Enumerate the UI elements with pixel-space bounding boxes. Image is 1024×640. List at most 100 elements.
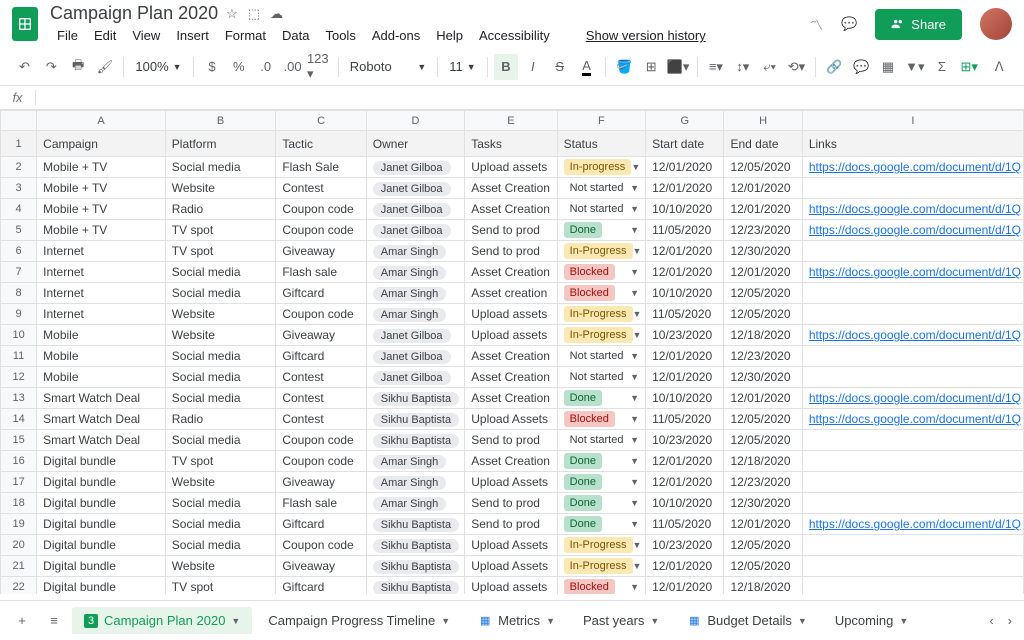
italic-button[interactable]: I	[520, 54, 545, 80]
chart-button[interactable]: ▦	[876, 54, 901, 80]
chevron-down-icon[interactable]: ▼	[650, 616, 659, 626]
cell-tasks[interactable]: Asset Creation	[465, 451, 557, 472]
cell-link[interactable]: https://docs.google.com/document/d/1Q	[802, 388, 1023, 409]
formula-input[interactable]	[36, 86, 1024, 109]
cloud-icon[interactable]: ☁	[270, 6, 283, 22]
cell-tactic[interactable]: Flash Sale	[276, 157, 366, 178]
cell-status[interactable]: In-Progress▼	[557, 304, 645, 325]
functions-button[interactable]: Σ	[929, 54, 954, 80]
cell-status[interactable]: Not started▼	[557, 346, 645, 367]
cell-tactic[interactable]: Giftcard	[276, 514, 366, 535]
sheet-tab[interactable]: Past years▼	[571, 607, 671, 634]
cell-owner[interactable]: Amar Singh	[366, 241, 464, 262]
cell-status[interactable]: Done▼	[557, 451, 645, 472]
cell-end[interactable]: 12/05/2020	[724, 535, 802, 556]
cell-status[interactable]: Blocked▼	[557, 409, 645, 430]
text-color-button[interactable]: A	[574, 54, 599, 80]
cell-platform[interactable]: Social media	[165, 493, 276, 514]
header-cell[interactable]: Owner	[366, 131, 464, 157]
cell-status[interactable]: Done▼	[557, 514, 645, 535]
cell-platform[interactable]: Social media	[165, 283, 276, 304]
cell-end[interactable]: 12/18/2020	[724, 325, 802, 346]
halign-button[interactable]: ≡▾	[703, 54, 728, 80]
cell-owner[interactable]: Amar Singh	[366, 493, 464, 514]
cell-status[interactable]: Done▼	[557, 472, 645, 493]
row-number[interactable]: 20	[1, 535, 37, 556]
cell-owner[interactable]: Amar Singh	[366, 451, 464, 472]
header-cell[interactable]: Platform	[165, 131, 276, 157]
menu-data[interactable]: Data	[275, 26, 316, 45]
cell-tasks[interactable]: Asset Creation	[465, 178, 557, 199]
cell-owner[interactable]: Janet Gilboa	[366, 178, 464, 199]
cell-start[interactable]: 11/05/2020	[646, 409, 724, 430]
link-text[interactable]: https://docs.google.com/document/d/1Q	[809, 202, 1021, 216]
chevron-down-icon[interactable]: ▼	[633, 309, 642, 319]
print-button[interactable]: 🖶	[66, 54, 91, 80]
cell-platform[interactable]: Website	[165, 556, 276, 577]
chevron-down-icon[interactable]: ▼	[630, 267, 639, 277]
cell-campaign[interactable]: Mobile + TV	[37, 199, 166, 220]
menu-add-ons[interactable]: Add-ons	[365, 26, 427, 45]
cell-link[interactable]	[802, 346, 1023, 367]
cell-owner[interactable]: Janet Gilboa	[366, 346, 464, 367]
cell-start[interactable]: 12/01/2020	[646, 346, 724, 367]
cell-campaign[interactable]: Digital bundle	[37, 535, 166, 556]
rotate-button[interactable]: ⟲▾	[784, 54, 809, 80]
cell-status[interactable]: Not started▼	[557, 367, 645, 388]
link-text[interactable]: https://docs.google.com/document/d/1Q	[809, 223, 1021, 237]
cell-link[interactable]: https://docs.google.com/document/d/1Q	[802, 409, 1023, 430]
cell-status[interactable]: In-progress▼	[557, 157, 645, 178]
cell-owner[interactable]: Sikhu Baptista	[366, 556, 464, 577]
cell-campaign[interactable]: Internet	[37, 304, 166, 325]
column-header[interactable]: C	[276, 111, 366, 131]
sheet-tab[interactable]: ▦Metrics▼	[466, 607, 567, 634]
cell-tasks[interactable]: Upload assets	[465, 325, 557, 346]
cell-tasks[interactable]: Upload Assets	[465, 409, 557, 430]
cell-tasks[interactable]: Send to prod	[465, 241, 557, 262]
cell-campaign[interactable]: Digital bundle	[37, 556, 166, 577]
cell-owner[interactable]: Janet Gilboa	[366, 157, 464, 178]
collapse-toolbar-button[interactable]: ᐱ	[986, 54, 1012, 80]
row-number[interactable]: 4	[1, 199, 37, 220]
cell-end[interactable]: 12/30/2020	[724, 241, 802, 262]
link-text[interactable]: https://docs.google.com/document/d/1Q	[809, 517, 1021, 531]
cell-platform[interactable]: Website	[165, 178, 276, 199]
chevron-down-icon[interactable]: ▼	[630, 204, 639, 214]
chevron-down-icon[interactable]: ▼	[633, 540, 642, 550]
cell-campaign[interactable]: Digital bundle	[37, 472, 166, 493]
chevron-down-icon[interactable]: ▼	[631, 162, 640, 172]
cell-tasks[interactable]: Asset Creation	[465, 262, 557, 283]
undo-button[interactable]: ↶	[12, 54, 37, 80]
link-text[interactable]: https://docs.google.com/document/d/1Q	[809, 412, 1021, 426]
row-number[interactable]: 1	[1, 131, 37, 157]
user-avatar[interactable]	[980, 8, 1012, 40]
header-cell[interactable]: End date	[724, 131, 802, 157]
cell-campaign[interactable]: Digital bundle	[37, 514, 166, 535]
cell-start[interactable]: 12/01/2020	[646, 472, 724, 493]
menu-help[interactable]: Help	[429, 26, 470, 45]
share-button[interactable]: Share	[875, 9, 962, 40]
cell-status[interactable]: Done▼	[557, 493, 645, 514]
table-view-button[interactable]: ⊞▾	[956, 54, 982, 80]
cell-campaign[interactable]: Digital bundle	[37, 451, 166, 472]
cell-tasks[interactable]: Upload assets	[465, 157, 557, 178]
cell-tasks[interactable]: Upload Assets	[465, 556, 557, 577]
cell-tactic[interactable]: Coupon code	[276, 304, 366, 325]
select-all-corner[interactable]	[1, 111, 37, 131]
cell-tasks[interactable]: Asset Creation	[465, 346, 557, 367]
cell-start[interactable]: 12/01/2020	[646, 577, 724, 595]
percent-button[interactable]: %	[226, 54, 251, 80]
borders-button[interactable]: ⊞	[639, 54, 664, 80]
column-header[interactable]: F	[557, 111, 645, 131]
cell-tactic[interactable]: Giveaway	[276, 241, 366, 262]
chevron-down-icon[interactable]: ▼	[899, 616, 908, 626]
menu-insert[interactable]: Insert	[169, 26, 216, 45]
cell-end[interactable]: 12/05/2020	[724, 409, 802, 430]
cell-tactic[interactable]: Contest	[276, 367, 366, 388]
row-number[interactable]: 15	[1, 430, 37, 451]
row-number[interactable]: 5	[1, 220, 37, 241]
cell-link[interactable]	[802, 577, 1023, 595]
cell-tactic[interactable]: Giveaway	[276, 472, 366, 493]
cell-tactic[interactable]: Contest	[276, 388, 366, 409]
cell-tactic[interactable]: Giftcard	[276, 577, 366, 595]
